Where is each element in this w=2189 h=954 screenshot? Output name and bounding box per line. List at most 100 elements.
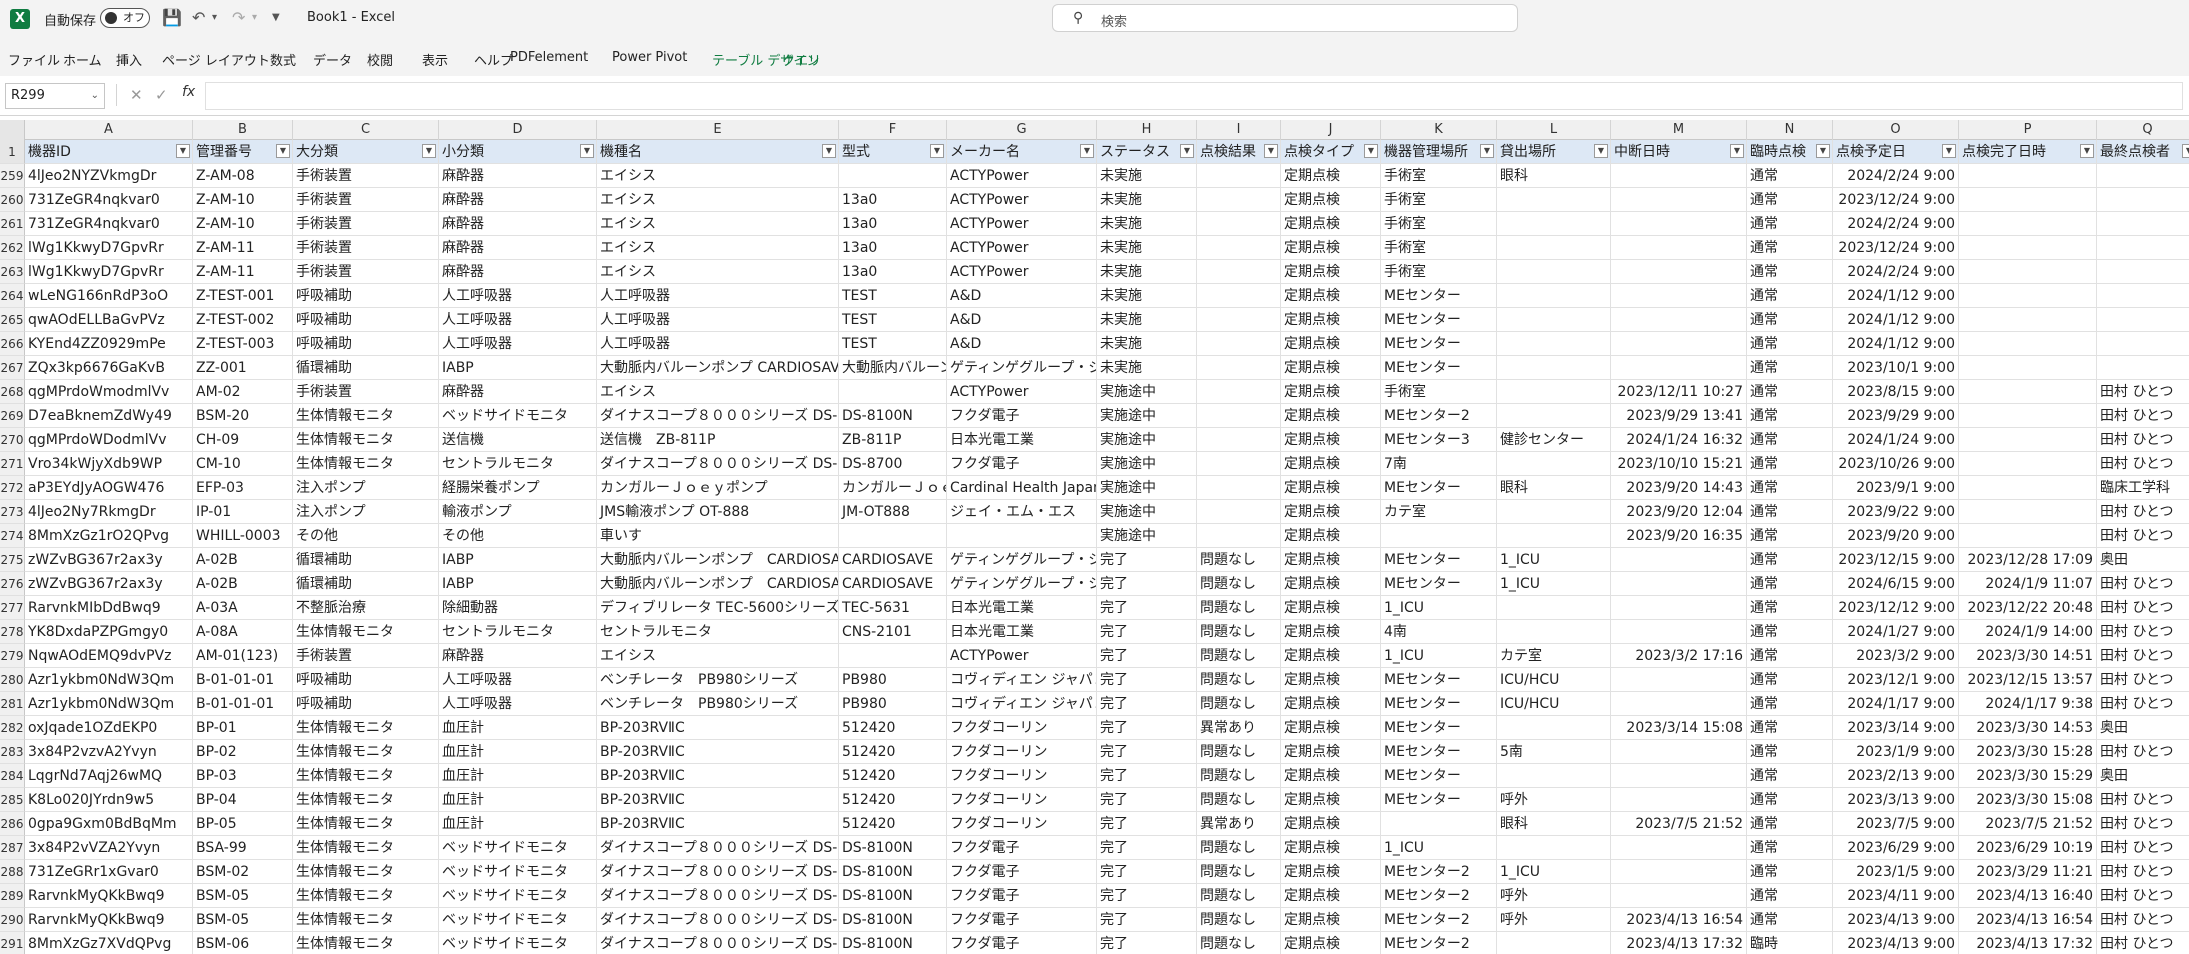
table-cell[interactable]: 呼外 (1497, 788, 1611, 812)
table-cell[interactable]: 完了 (1097, 668, 1197, 692)
column-header-E[interactable]: E (597, 120, 839, 140)
row-number[interactable]: 1 (0, 140, 25, 164)
table-cell[interactable]: 問題なし (1197, 572, 1281, 596)
table-cell[interactable] (1497, 596, 1611, 620)
table-cell[interactable]: コヴィディエン ジャパン (947, 692, 1097, 716)
table-cell[interactable]: 定期点検 (1281, 620, 1381, 644)
table-cell[interactable]: 通常 (1747, 284, 1833, 308)
table-cell[interactable]: 呼吸補助 (293, 668, 439, 692)
table-cell[interactable]: 定期点検 (1281, 908, 1381, 932)
table-cell[interactable]: 完了 (1097, 788, 1197, 812)
ribbon-tab-1[interactable]: ホーム (63, 50, 102, 69)
table-cell[interactable]: 生体情報モニタ (293, 788, 439, 812)
table-cell[interactable]: zWZvBG367r2ax3y (25, 548, 193, 572)
filter-dropdown-icon[interactable]: ▼ (1080, 144, 1094, 158)
table-cell[interactable]: IP-01 (193, 500, 293, 524)
table-cell[interactable]: IABP (439, 548, 597, 572)
ribbon-tab-4[interactable]: 数式 (270, 50, 296, 69)
table-cell[interactable]: Z-AM-08 (193, 164, 293, 188)
table-cell[interactable]: MEセンター3 (1381, 428, 1497, 452)
table-cell[interactable] (1197, 524, 1281, 548)
table-cell[interactable]: 5南 (1497, 740, 1611, 764)
table-cell[interactable]: 2023/3/2 17:16 (1611, 644, 1747, 668)
table-cell[interactable]: 完了 (1097, 908, 1197, 932)
table-cell[interactable]: 田村 ひとつ (2097, 500, 2189, 524)
table-cell[interactable]: 通常 (1747, 476, 1833, 500)
table-cell[interactable]: 512420 (839, 764, 947, 788)
table-cell[interactable]: MEセンター (1381, 332, 1497, 356)
table-cell[interactable]: 実施途中 (1097, 524, 1197, 548)
table-cell[interactable]: フクダ電子 (947, 932, 1097, 954)
table-cell[interactable]: 未実施 (1097, 164, 1197, 188)
table-cell[interactable]: 2023/6/29 10:19 (1959, 836, 2097, 860)
table-cell[interactable]: 通常 (1747, 164, 1833, 188)
table-cell[interactable]: 通常 (1747, 380, 1833, 404)
table-cell[interactable]: 奥田 (2097, 716, 2189, 740)
table-cell[interactable]: ゲティンゲグループ・ジャパン (947, 548, 1097, 572)
table-cell[interactable]: 生体情報モニタ (293, 740, 439, 764)
filter-dropdown-icon[interactable]: ▼ (1180, 144, 1194, 158)
row-number[interactable]: 264 (0, 284, 25, 308)
table-cell[interactable]: 眼科 (1497, 812, 1611, 836)
filter-dropdown-icon[interactable]: ▼ (1816, 144, 1830, 158)
table-cell[interactable]: 臨時 (1747, 932, 1833, 954)
table-cell[interactable]: A&D (947, 332, 1097, 356)
table-cell[interactable]: 田村 ひとつ (2097, 932, 2189, 954)
table-cell[interactable]: 通常 (1747, 836, 1833, 860)
table-cell[interactable]: Azr1ykbm0NdW3Qm (25, 668, 193, 692)
table-cell[interactable]: 田村 ひとつ (2097, 524, 2189, 548)
table-cell[interactable] (1611, 356, 1747, 380)
table-cell[interactable]: 問題なし (1197, 644, 1281, 668)
table-cell[interactable]: 大動脈内バルーンポンプ CARDIOSAVE (597, 548, 839, 572)
select-all-corner[interactable] (0, 120, 25, 140)
table-cell[interactable]: AM-02 (193, 380, 293, 404)
table-cell[interactable]: 定期点検 (1281, 380, 1381, 404)
table-cell[interactable]: 手術室 (1381, 380, 1497, 404)
table-cell[interactable]: ACTYPower (947, 212, 1097, 236)
table-cell[interactable] (1497, 332, 1611, 356)
table-cell[interactable]: 通常 (1747, 332, 1833, 356)
table-cell[interactable]: aP3EYdJyAOGW476 (25, 476, 193, 500)
table-cell[interactable]: 送信機 ZB-811P (597, 428, 839, 452)
table-cell[interactable]: 通常 (1747, 860, 1833, 884)
table-cell[interactable] (1959, 164, 2097, 188)
table-cell[interactable]: CARDIOSAVE (839, 572, 947, 596)
table-cell[interactable]: 手術装置 (293, 212, 439, 236)
table-cell[interactable]: 定期点検 (1281, 236, 1381, 260)
table-cell[interactable]: 2023/12/22 20:48 (1959, 596, 2097, 620)
table-cell[interactable]: 田村 ひとつ (2097, 740, 2189, 764)
table-cell[interactable]: 人工呼吸器 (597, 284, 839, 308)
table-cell[interactable]: エイシス (597, 644, 839, 668)
table-cell[interactable]: フクダコーリン (947, 740, 1097, 764)
ribbon-tab-8[interactable]: ヘルプ (474, 50, 513, 69)
table-cell[interactable]: 除細動器 (439, 596, 597, 620)
table-cell[interactable] (1959, 212, 2097, 236)
table-cell[interactable]: 問題なし (1197, 620, 1281, 644)
table-cell[interactable] (1959, 188, 2097, 212)
table-cell[interactable]: 未実施 (1097, 260, 1197, 284)
row-number[interactable]: 282 (0, 716, 25, 740)
table-cell[interactable]: 2023/10/26 9:00 (1833, 452, 1959, 476)
table-cell[interactable]: カンガルーＪｏｅｙポンプ (597, 476, 839, 500)
row-number[interactable]: 289 (0, 884, 25, 908)
table-cell[interactable]: CH-09 (193, 428, 293, 452)
table-cell[interactable]: RarvnkMyQKkBwq9 (25, 908, 193, 932)
name-box[interactable]: R299 ⌄ (5, 83, 105, 109)
table-cell[interactable]: 2023/9/20 12:04 (1611, 500, 1747, 524)
table-cell[interactable]: 4lJeo2Ny7RkmgDr (25, 500, 193, 524)
row-number[interactable]: 291 (0, 932, 25, 954)
table-cell[interactable]: 2024/2/24 9:00 (1833, 212, 1959, 236)
table-cell[interactable]: MEセンター2 (1381, 404, 1497, 428)
table-cell[interactable] (1611, 764, 1747, 788)
table-cell[interactable]: 田村 ひとつ (2097, 452, 2189, 476)
table-cell[interactable]: zWZvBG367r2ax3y (25, 572, 193, 596)
table-cell[interactable]: BP-03 (193, 764, 293, 788)
table-cell[interactable]: 未実施 (1097, 284, 1197, 308)
table-cell[interactable]: 定期点検 (1281, 932, 1381, 954)
table-cell[interactable]: ベンチレータ PB980シリーズ (597, 692, 839, 716)
table-cell[interactable] (1611, 836, 1747, 860)
table-cell[interactable] (1611, 308, 1747, 332)
table-cell[interactable]: CNS-2101 (839, 620, 947, 644)
table-cell[interactable]: 血圧計 (439, 740, 597, 764)
table-cell[interactable] (1197, 236, 1281, 260)
